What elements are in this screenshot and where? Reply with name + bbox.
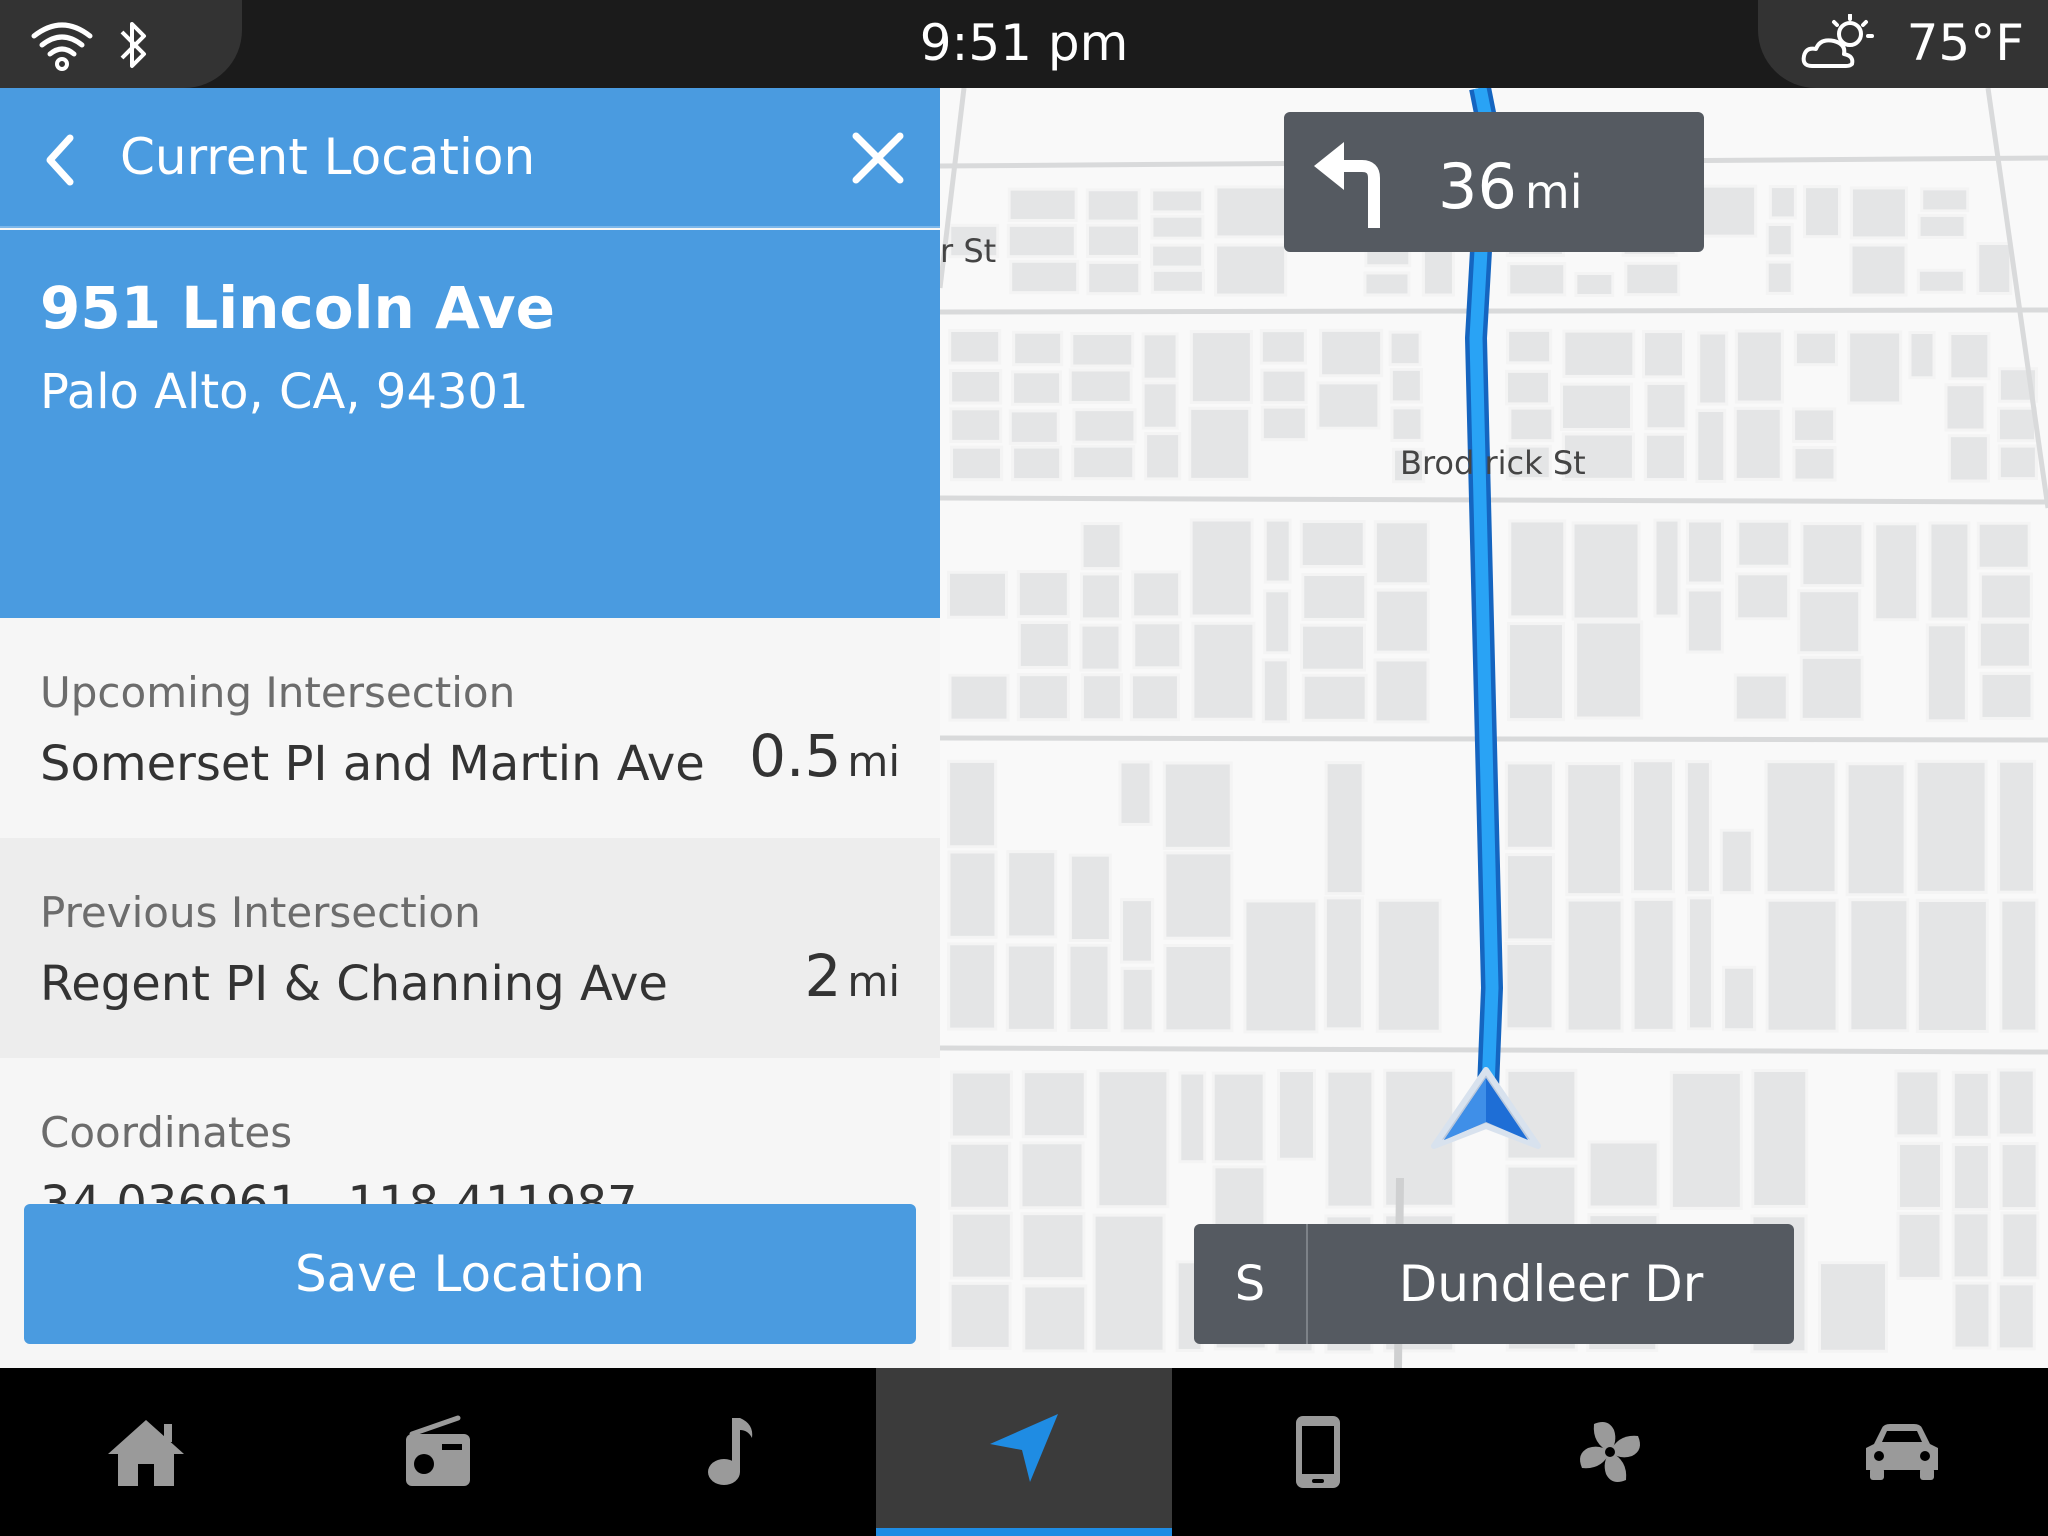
nav-navigation[interactable] — [876, 1368, 1172, 1536]
upcoming-distance: 0.5 mi — [749, 722, 900, 790]
upcoming-intersection-row: Upcoming Intersection Somerset PI and Ma… — [0, 618, 940, 838]
turn-distance-unit: mi — [1524, 165, 1583, 219]
bottom-nav-bar — [0, 1368, 2048, 1536]
upcoming-intersection: Somerset PI and Martin Ave — [40, 736, 705, 792]
radio-icon — [406, 1415, 470, 1486]
upcoming-label: Upcoming Intersection — [40, 668, 516, 717]
turn-left-arrow-icon — [1314, 142, 1380, 228]
close-icon[interactable] — [850, 130, 906, 186]
car-icon — [1866, 1424, 1938, 1480]
previous-intersection: Regent PI & Channing Ave — [40, 956, 668, 1012]
current-position-arrow-icon — [1431, 1067, 1541, 1149]
current-street-card: S Dundleer Dr — [1194, 1224, 1794, 1344]
navigation-icon — [990, 1414, 1058, 1482]
home-icon — [108, 1420, 184, 1486]
nav-radio[interactable] — [292, 1368, 584, 1536]
upcoming-distance-value: 0.5 — [749, 722, 842, 790]
panel-header: Current Location — [0, 88, 940, 228]
fan-icon — [1580, 1422, 1640, 1482]
nav-climate[interactable] — [1464, 1368, 1756, 1536]
address-block: 951 Lincoln Ave Palo Alto, CA, 94301 — [0, 230, 940, 618]
map-background — [940, 88, 2048, 1368]
nav-music[interactable] — [584, 1368, 876, 1536]
turn-distance: 36 mi — [1438, 150, 1583, 223]
city-state-zip: Palo Alto, CA, 94301 — [40, 364, 529, 420]
heading-indicator: S — [1194, 1224, 1308, 1344]
status-bar: 9:51 pm 75°F — [0, 0, 2048, 88]
previous-distance-value: 2 — [804, 942, 842, 1010]
upcoming-distance-unit: mi — [847, 737, 900, 786]
map-view[interactable]: r St Brod rick St 36 mi S Dundleer Dr — [940, 88, 2048, 1368]
nav-vehicle[interactable] — [1756, 1368, 2048, 1536]
partly-cloudy-icon — [1801, 14, 1874, 68]
save-location-button[interactable]: Save Location — [24, 1204, 916, 1344]
previous-intersection-row: Previous Intersection Regent PI & Channi… — [0, 838, 940, 1058]
status-right-area: 75°F — [1758, 0, 2048, 88]
current-street-name: Dundleer Dr — [1398, 1255, 1704, 1313]
coordinates-label: Coordinates — [40, 1108, 293, 1157]
music-icon — [708, 1418, 753, 1485]
previous-label: Previous Intersection — [40, 888, 481, 937]
chevron-left-icon[interactable] — [40, 132, 80, 188]
next-turn-card: 36 mi — [1284, 112, 1704, 252]
turn-distance-value: 36 — [1438, 150, 1517, 223]
nav-phone[interactable] — [1172, 1368, 1464, 1536]
street-label: Brod rick St — [1400, 444, 1586, 482]
temperature: 75°F — [1906, 14, 2024, 72]
previous-distance: 2 mi — [805, 942, 901, 1010]
previous-distance-unit: mi — [847, 957, 900, 1006]
panel-title: Current Location — [120, 128, 536, 186]
phone-icon — [1296, 1416, 1340, 1488]
street-address: 951 Lincoln Ave — [40, 274, 555, 342]
nav-home[interactable] — [0, 1368, 292, 1536]
location-panel: Current Location 951 Lincoln Ave Palo Al… — [0, 88, 940, 1368]
street-label: r St — [940, 232, 997, 270]
clock: 9:51 pm — [919, 14, 1129, 72]
